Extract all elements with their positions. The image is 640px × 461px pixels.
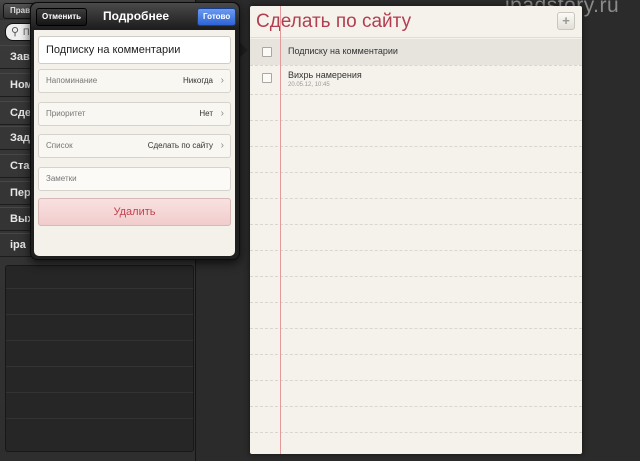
plus-icon: + xyxy=(562,13,570,28)
ruled-line xyxy=(250,250,582,251)
divider xyxy=(6,314,193,315)
delete-label: Удалить xyxy=(113,206,156,218)
task-checkbox[interactable] xyxy=(262,73,272,83)
popover-title: Подробнее xyxy=(102,9,170,23)
popover-header: Отменить Подробнее Готово xyxy=(31,3,239,29)
chevron-right-icon: › xyxy=(220,75,224,86)
ruled-line xyxy=(250,354,582,355)
chevron-right-icon: › xyxy=(220,108,224,119)
reminder-value: Никогда xyxy=(183,76,213,85)
task-title-value: Подписку на комментарии xyxy=(46,44,181,56)
priority-value: Нет xyxy=(199,109,213,118)
list-row[interactable]: Список Сделать по сайту › xyxy=(38,134,231,158)
divider xyxy=(6,288,193,289)
priority-row[interactable]: Приоритет Нет › xyxy=(38,102,231,126)
divider xyxy=(6,392,193,393)
sidebar-item-label: Сде xyxy=(10,107,32,119)
sidebar-item-label: Зад xyxy=(10,132,30,144)
ruled-line xyxy=(250,120,582,121)
sidebar-item-label: Ста xyxy=(10,160,30,172)
ruled-line xyxy=(250,328,582,329)
ruled-line xyxy=(250,432,582,433)
list-value: Сделать по сайту xyxy=(147,141,213,150)
delete-button[interactable]: Удалить xyxy=(38,198,231,226)
ruled-line xyxy=(250,146,582,147)
priority-label: Приоритет xyxy=(46,109,86,118)
margin-line xyxy=(280,6,281,454)
ruled-line xyxy=(250,302,582,303)
chevron-right-icon: › xyxy=(220,140,224,151)
done-button[interactable]: Готово xyxy=(197,8,237,26)
cancel-button[interactable]: Отменить xyxy=(36,8,88,26)
list-label: Список xyxy=(46,141,73,150)
sidebar-item-label: ipa xyxy=(10,239,26,251)
task-row[interactable]: Подписку на комментарии xyxy=(250,39,582,65)
ruled-line xyxy=(250,224,582,225)
task-checkbox[interactable] xyxy=(262,47,272,57)
ruled-line xyxy=(250,94,582,95)
ruled-line xyxy=(250,198,582,199)
details-popover: Отменить Подробнее Готово Подписку на ко… xyxy=(30,2,240,260)
ruled-line xyxy=(250,380,582,381)
sidebar-search-placeholder: П xyxy=(23,27,30,37)
divider xyxy=(6,418,193,419)
notes-placeholder: Заметки xyxy=(46,174,77,183)
sidebar-item-label: Зав xyxy=(10,51,30,63)
sidebar-item-label: Пер xyxy=(10,187,31,199)
task-title-field[interactable]: Подписку на комментарии xyxy=(38,36,231,64)
popover-body: Подписку на комментарии Напоминание Нико… xyxy=(34,30,235,256)
reminder-label: Напоминание xyxy=(46,76,98,85)
ruled-line xyxy=(250,172,582,173)
task-title: Подписку на комментарии xyxy=(288,46,398,56)
task-row[interactable]: Вихрь намерения 20.05.12, 10:45 xyxy=(250,66,582,94)
sidebar-empty-area xyxy=(5,265,194,452)
ruled-line xyxy=(250,65,582,66)
ruled-line xyxy=(250,406,582,407)
ruled-line xyxy=(250,276,582,277)
notes-field[interactable]: Заметки xyxy=(38,167,231,191)
add-task-button[interactable]: + xyxy=(557,12,575,30)
divider xyxy=(250,37,582,38)
search-icon: ⚲ xyxy=(11,26,20,38)
task-date: 20.05.12, 10:45 xyxy=(288,82,330,88)
task-title: Вихрь намерения xyxy=(288,70,362,80)
reminder-row[interactable]: Напоминание Никогда › xyxy=(38,69,231,93)
notepad: Сделать по сайту + Подписку на комментар… xyxy=(250,6,582,454)
divider xyxy=(6,366,193,367)
divider xyxy=(6,340,193,341)
